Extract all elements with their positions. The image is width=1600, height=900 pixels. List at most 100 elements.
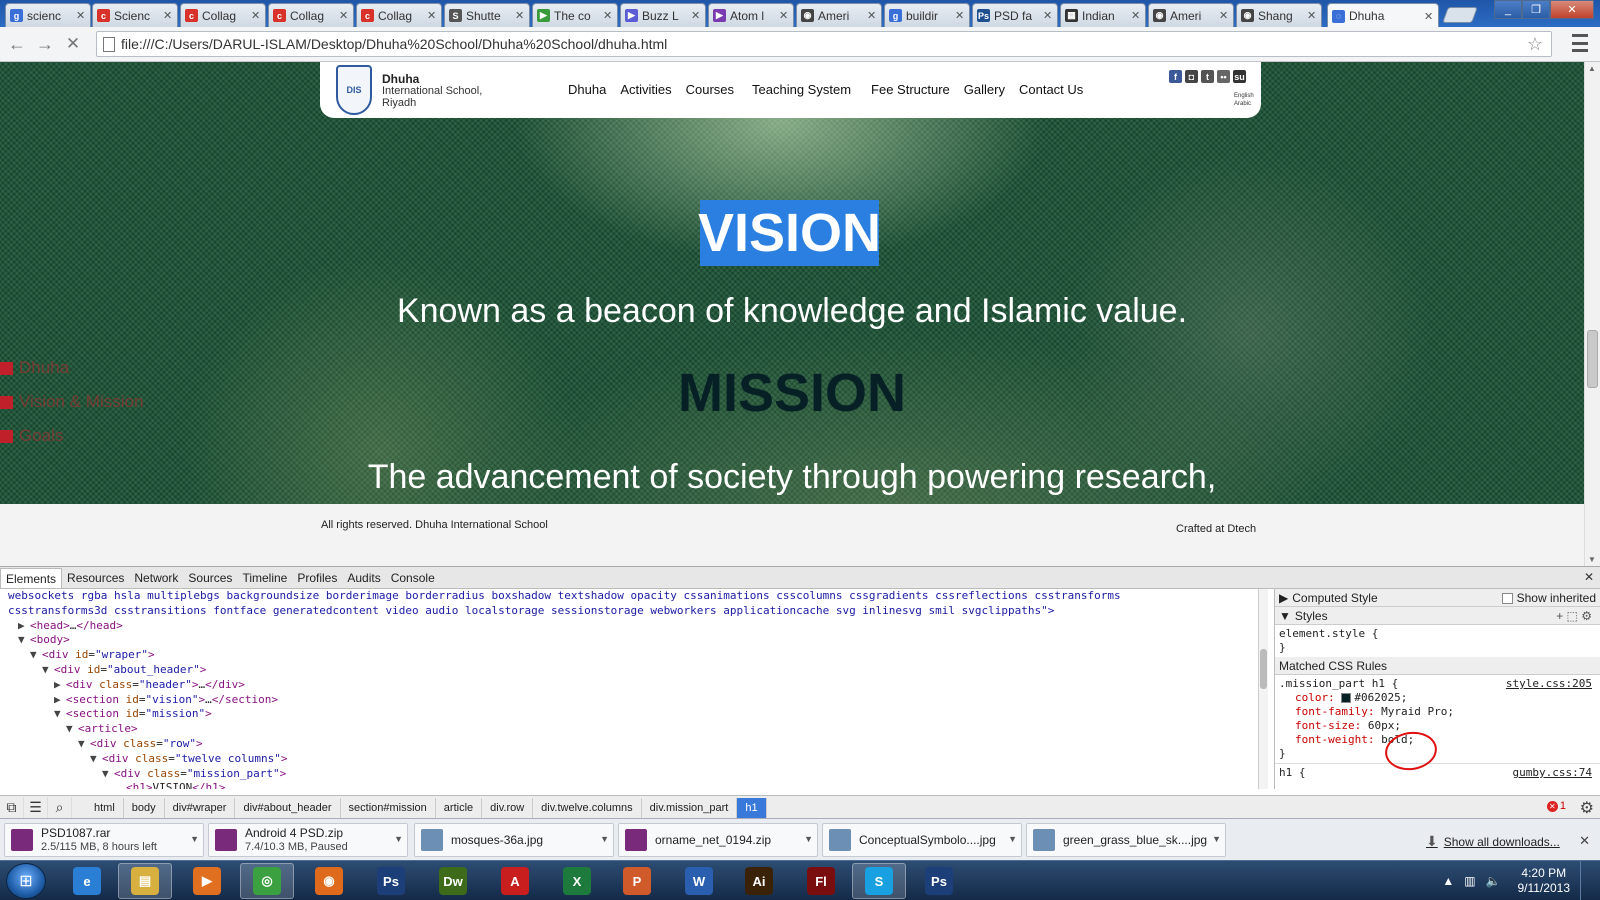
color-swatch[interactable]	[1341, 693, 1352, 703]
color-value[interactable]: #062025;	[1354, 691, 1407, 704]
dom-node-wraper[interactable]: ▼ <div id="wraper">	[8, 648, 1258, 663]
school-logo-crest[interactable]: DIS	[336, 65, 372, 115]
download-item[interactable]: mosques-36a.jpg ▼	[414, 823, 614, 857]
browser-tab[interactable]: g scienc ✕	[5, 3, 91, 27]
browser-tab[interactable]: ▦ Indian ✕	[1060, 3, 1146, 27]
dom-node-about-header[interactable]: ▼ <div id="about_header">	[8, 663, 1258, 678]
start-button-icon[interactable]: ⊞	[6, 863, 46, 899]
taskbar-app[interactable]: ◎	[240, 863, 294, 899]
new-rule-icon[interactable]: + ⬚ ⚙	[1556, 609, 1592, 623]
downloads-close-icon[interactable]: ✕	[1579, 833, 1590, 849]
dom-node-vision[interactable]: ▶ <section id="vision">…</section>	[8, 693, 1258, 708]
taskbar-app[interactable]: ◉	[302, 863, 356, 899]
download-menu-chevron-icon[interactable]: ▼	[600, 834, 609, 844]
tab-close-icon[interactable]: ✕	[427, 9, 437, 22]
new-tab-button[interactable]	[1442, 7, 1478, 23]
school-logo-text[interactable]: Dhuha International School, Riyadh	[382, 73, 482, 109]
browser-tab[interactable]: c Scienc ✕	[92, 3, 178, 27]
download-item[interactable]: Android 4 PSD.zip 7.4/10.3 MB, Paused ▼	[208, 823, 408, 857]
nav-link-dhuha[interactable]: Dhuha	[568, 82, 606, 97]
devtools-tab-network[interactable]: Network	[129, 568, 183, 588]
taskbar-app[interactable]: Ps	[912, 863, 966, 899]
error-counter[interactable]: ✕ 1	[1546, 800, 1566, 812]
browser-tab[interactable]: c Collag ✕	[180, 3, 266, 27]
devtools-tab-console[interactable]: Console	[386, 568, 440, 588]
nav-link-courses[interactable]: Courses	[686, 82, 734, 97]
flickr-icon[interactable]: ••	[1217, 70, 1230, 83]
side-nav-item[interactable]: Vision & Mission	[0, 385, 143, 419]
lang-arabic-link[interactable]: Arabic	[1234, 100, 1254, 108]
taskbar-app[interactable]: P	[610, 863, 664, 899]
dom-node-twelve-columns[interactable]: ▼ <div class="twelve columns">	[8, 752, 1258, 767]
address-bar[interactable]: file:///C:/Users/DARUL-ISLAM/Desktop/Dhu…	[96, 31, 1552, 57]
browser-tab[interactable]: g buildir ✕	[884, 3, 970, 27]
breadcrumb-item[interactable]: article	[436, 797, 483, 818]
instagram-icon[interactable]: ◘	[1185, 70, 1198, 83]
dom-tree-scrollbar[interactable]	[1258, 589, 1268, 789]
taskbar-app[interactable]: S	[852, 863, 906, 899]
scroll-down-icon[interactable]: ▼	[1588, 555, 1596, 564]
browser-tab[interactable]: Ps PSD fa ✕	[972, 3, 1058, 27]
nav-link-gallery[interactable]: Gallery	[964, 82, 1005, 97]
breadcrumb-item[interactable]: section#mission	[341, 797, 436, 818]
tab-close-icon[interactable]: ✕	[1043, 9, 1053, 22]
back-icon[interactable]: ←	[6, 33, 28, 55]
browser-tab[interactable]: S Shutte ✕	[444, 3, 530, 27]
download-menu-chevron-icon[interactable]: ▼	[1212, 834, 1221, 844]
breadcrumb-item[interactable]: div#about_header	[235, 797, 341, 818]
dom-tree[interactable]: websockets rgba hsla multiplebgs backgro…	[0, 589, 1258, 789]
inspect-search-icon[interactable]: ⌕	[48, 796, 72, 819]
tab-close-icon[interactable]: ✕	[867, 9, 877, 22]
tab-close-icon[interactable]: ✕	[1424, 10, 1434, 23]
browser-tab[interactable]: c Collag ✕	[268, 3, 354, 27]
tab-close-icon[interactable]: ✕	[163, 9, 173, 22]
dom-node-mission-part[interactable]: ▼ <div class="mission_part">	[8, 767, 1258, 782]
next-rule-source-link[interactable]: gumby.css:74	[1513, 766, 1592, 780]
devtools-tab-elements[interactable]: Elements	[0, 567, 63, 588]
scrollbar-thumb[interactable]	[1587, 330, 1598, 388]
taskbar-app[interactable]: Ai	[732, 863, 786, 899]
nav-link-teaching-system[interactable]: Teaching System	[752, 82, 851, 97]
dom-node-mission[interactable]: ▼ <section id="mission">	[8, 707, 1258, 722]
breadcrumb-item[interactable]: div.twelve.columns	[533, 797, 642, 818]
download-menu-chevron-icon[interactable]: ▼	[804, 834, 813, 844]
console-drawer-icon[interactable]: ☰	[24, 796, 48, 819]
dom-node-head[interactable]: ▶ <head>…</head>	[8, 619, 1258, 634]
tray-arrow-icon[interactable]: ▲	[1442, 874, 1454, 888]
rule-source-link[interactable]: style.css:205	[1506, 677, 1592, 691]
font-weight-property[interactable]: font-weight:	[1295, 733, 1374, 746]
forward-icon[interactable]: →	[34, 33, 56, 55]
download-menu-chevron-icon[interactable]: ▼	[1008, 834, 1017, 844]
browser-tab[interactable]: ▶ The co ✕	[532, 3, 618, 27]
taskbar-app[interactable]: Ps	[364, 863, 418, 899]
tab-close-icon[interactable]: ✕	[691, 9, 701, 22]
dom-node-h1[interactable]: <h1>VISION</h1>	[8, 781, 1258, 789]
tab-close-icon[interactable]: ✕	[76, 9, 86, 22]
devtools-tab-sources[interactable]: Sources	[183, 568, 237, 588]
devtools-close-icon[interactable]: ✕	[1584, 570, 1594, 584]
taskbar-app[interactable]: ▤	[118, 863, 172, 899]
page-scrollbar[interactable]: ▲ ▼	[1584, 62, 1600, 566]
tab-close-icon[interactable]: ✕	[1131, 9, 1141, 22]
tab-close-icon[interactable]: ✕	[779, 9, 789, 22]
devtools-tab-audits[interactable]: Audits	[342, 568, 385, 588]
font-size-value[interactable]: 60px;	[1368, 719, 1401, 732]
browser-tab[interactable]: ▶ Buzz L ✕	[620, 3, 706, 27]
network-icon[interactable]: ▥	[1464, 874, 1475, 888]
nav-link-contact-us[interactable]: Contact Us	[1019, 82, 1083, 97]
tab-close-icon[interactable]: ✕	[1307, 9, 1317, 22]
font-family-property[interactable]: font-family:	[1295, 705, 1374, 718]
twitter-icon[interactable]: t	[1201, 70, 1214, 83]
browser-tab[interactable]: c Collag ✕	[356, 3, 442, 27]
taskbar-app[interactable]: A	[488, 863, 542, 899]
show-all-downloads-link[interactable]: ⬇ Show all downloads...	[1426, 833, 1560, 850]
show-inherited-checkbox[interactable]: Show inherited	[1501, 591, 1596, 605]
tab-close-icon[interactable]: ✕	[955, 9, 965, 22]
nav-link-fee-structure[interactable]: Fee Structure	[871, 82, 950, 97]
taskbar-app[interactable]: ▶	[180, 863, 234, 899]
minimize-icon[interactable]: _	[1494, 0, 1522, 19]
breadcrumb-item[interactable]: div.mission_part	[642, 797, 738, 818]
clock[interactable]: 4:20 PM 9/11/2013	[1518, 866, 1571, 896]
dom-node-article[interactable]: ▼ <article>	[8, 722, 1258, 737]
dom-scroll-thumb[interactable]	[1260, 649, 1267, 689]
